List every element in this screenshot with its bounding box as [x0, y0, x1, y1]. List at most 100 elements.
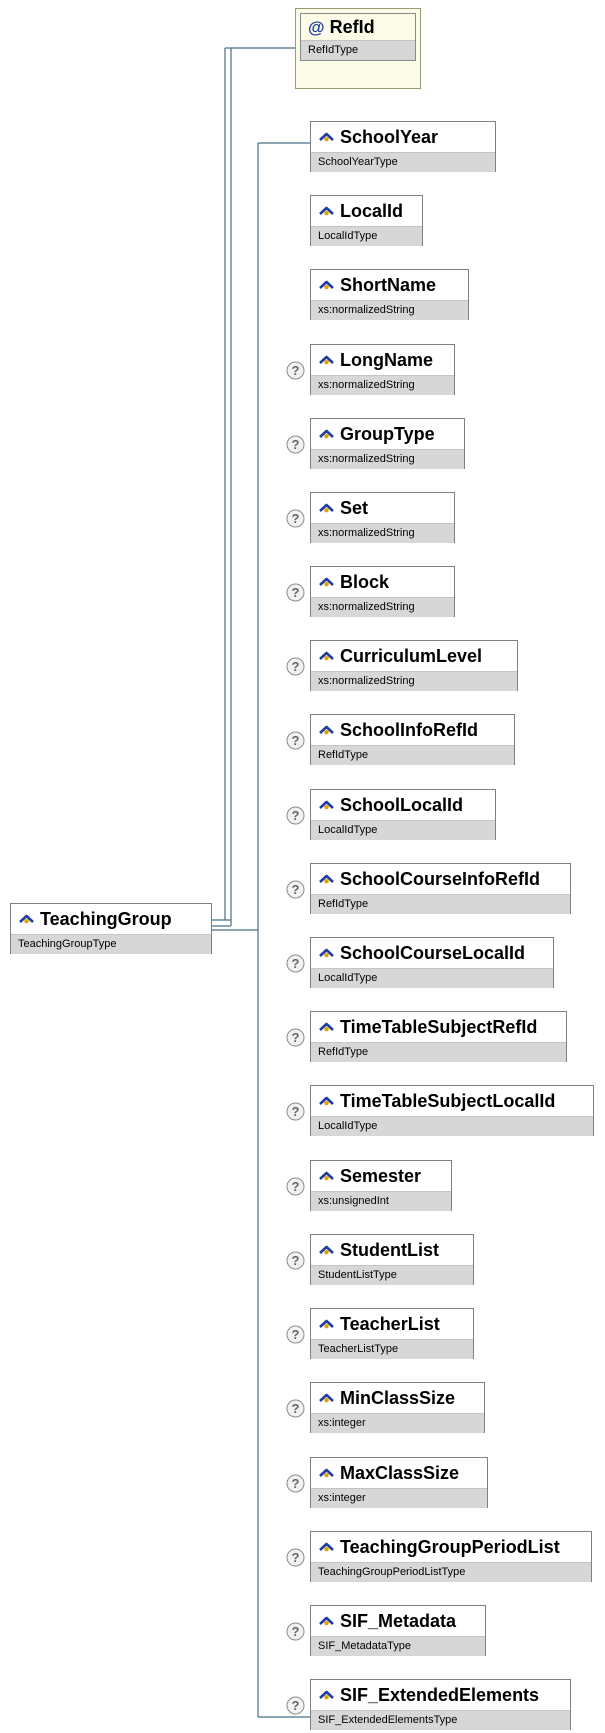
- child-element-node[interactable]: SchoolCourseLocalId LocalIdType: [310, 937, 554, 988]
- child-element-type: xs:normalizedString: [311, 300, 468, 320]
- child-element-node[interactable]: SchoolLocalId LocalIdType: [310, 789, 496, 840]
- child-element-name: StudentList: [340, 1239, 439, 1260]
- element-icon: [319, 1690, 334, 1699]
- question-mark-icon: ?: [286, 509, 305, 528]
- child-element-type: SIF_MetadataType: [311, 1636, 485, 1656]
- element-icon: [319, 206, 334, 215]
- child-element-node[interactable]: MinClassSize xs:integer: [310, 1382, 485, 1433]
- element-icon: [319, 1171, 334, 1180]
- child-element-type: LocalIdType: [311, 820, 495, 840]
- child-element-node[interactable]: GroupType xs:normalizedString: [310, 418, 465, 469]
- child-element-name: Block: [340, 571, 390, 592]
- child-element-node[interactable]: StudentList StudentListType: [310, 1234, 474, 1285]
- child-element-node[interactable]: Block xs:normalizedString: [310, 566, 455, 617]
- question-mark-icon: ?: [286, 1028, 305, 1047]
- svg-text:?: ?: [292, 1253, 300, 1268]
- svg-text:?: ?: [292, 511, 300, 526]
- child-element-type: LocalIdType: [311, 226, 422, 246]
- child-element-node[interactable]: ShortName xs:normalizedString: [310, 269, 469, 320]
- element-icon: [319, 1319, 334, 1328]
- child-element-type: xs:normalizedString: [311, 375, 454, 395]
- child-element-type: xs:normalizedString: [311, 523, 454, 543]
- child-element-name: SchoolInfoRefId: [340, 719, 478, 740]
- attribute-at-icon: @: [308, 17, 325, 37]
- question-mark-icon: ?: [286, 1548, 305, 1567]
- child-element-node[interactable]: TeacherList TeacherListType: [310, 1308, 474, 1359]
- child-element-node[interactable]: SIF_Metadata SIF_MetadataType: [310, 1605, 486, 1656]
- question-mark-icon: ?: [286, 435, 305, 454]
- child-element-name: Semester: [340, 1165, 422, 1186]
- element-icon: [319, 1245, 334, 1254]
- question-mark-icon: ?: [286, 583, 305, 602]
- svg-text:?: ?: [292, 808, 300, 823]
- question-mark-icon: ?: [286, 954, 305, 973]
- child-element-name: TeacherList: [340, 1313, 440, 1334]
- svg-text:?: ?: [292, 1327, 300, 1342]
- child-element-node[interactable]: SchoolCourseInfoRefId RefIdType: [310, 863, 571, 914]
- question-mark-icon: ?: [286, 1102, 305, 1121]
- svg-text:?: ?: [292, 437, 300, 452]
- child-element-name: SchoolLocalId: [340, 794, 464, 815]
- element-icon: [319, 132, 334, 141]
- svg-text:?: ?: [292, 1179, 300, 1194]
- child-element-type: RefIdType: [311, 1042, 566, 1062]
- child-element-node[interactable]: SIF_ExtendedElements SIF_ExtendedElements…: [310, 1679, 571, 1730]
- child-element-name: GroupType: [340, 423, 435, 444]
- child-element-name: MaxClassSize: [340, 1462, 460, 1483]
- child-element-name: TimeTableSubjectRefId: [340, 1016, 538, 1037]
- child-element-node[interactable]: SchoolYear SchoolYearType: [310, 121, 496, 172]
- attribute-node-refid[interactable]: @ RefId RefIdType: [295, 8, 421, 89]
- element-icon: [319, 1542, 334, 1551]
- root-element-node[interactable]: TeachingGroup TeachingGroupType: [10, 903, 212, 954]
- child-element-type: xs:normalizedString: [311, 449, 464, 469]
- element-icon: [319, 280, 334, 289]
- child-element-node[interactable]: Semester xs:unsignedInt: [310, 1160, 452, 1211]
- child-element-type: xs:normalizedString: [311, 671, 517, 691]
- element-icon: [319, 577, 334, 586]
- child-element-node[interactable]: MaxClassSize xs:integer: [310, 1457, 488, 1508]
- child-element-node[interactable]: TimeTableSubjectLocalId LocalIdType: [310, 1085, 594, 1136]
- child-element-node[interactable]: TimeTableSubjectRefId RefIdType: [310, 1011, 567, 1062]
- element-icon: [319, 725, 334, 734]
- question-mark-icon: ?: [286, 806, 305, 825]
- question-mark-icon: ?: [286, 657, 305, 676]
- child-element-name: SchoolCourseLocalId: [340, 942, 526, 963]
- svg-text:?: ?: [292, 882, 300, 897]
- root-element-type: TeachingGroupType: [11, 934, 211, 954]
- child-element-name: SchoolYear: [340, 126, 439, 147]
- child-element-name: MinClassSize: [340, 1387, 456, 1408]
- child-element-name: SIF_ExtendedElements: [340, 1684, 540, 1705]
- question-mark-icon: ?: [286, 1399, 305, 1418]
- child-element-name: CurriculumLevel: [340, 645, 483, 666]
- child-element-type: StudentListType: [311, 1265, 473, 1285]
- attribute-type: RefIdType: [301, 40, 415, 60]
- svg-text:?: ?: [292, 1550, 300, 1565]
- question-mark-icon: ?: [286, 731, 305, 750]
- child-element-node[interactable]: Set xs:normalizedString: [310, 492, 455, 543]
- child-element-type: RefIdType: [311, 894, 570, 914]
- question-mark-icon: ?: [286, 1251, 305, 1270]
- svg-text:?: ?: [292, 956, 300, 971]
- child-element-type: xs:integer: [311, 1413, 484, 1433]
- question-mark-icon: ?: [286, 1474, 305, 1493]
- child-element-node[interactable]: LocalId LocalIdType: [310, 195, 423, 246]
- child-element-node[interactable]: LongName xs:normalizedString: [310, 344, 455, 395]
- svg-text:?: ?: [292, 1698, 300, 1713]
- element-icon: [319, 1393, 334, 1402]
- element-icon: [319, 429, 334, 438]
- element-icon: [19, 914, 34, 923]
- child-element-name: TimeTableSubjectLocalId: [340, 1090, 556, 1111]
- svg-text:?: ?: [292, 733, 300, 748]
- child-element-type: xs:unsignedInt: [311, 1191, 451, 1211]
- child-element-node[interactable]: CurriculumLevel xs:normalizedString: [310, 640, 518, 691]
- question-mark-icon: ?: [286, 361, 305, 380]
- child-element-type: TeacherListType: [311, 1339, 473, 1359]
- svg-text:?: ?: [292, 1104, 300, 1119]
- svg-text:?: ?: [292, 585, 300, 600]
- child-element-node[interactable]: TeachingGroupPeriodList TeachingGroupPeri…: [310, 1531, 592, 1582]
- svg-text:?: ?: [292, 1476, 300, 1491]
- child-element-node[interactable]: SchoolInfoRefId RefIdType: [310, 714, 515, 765]
- element-icon: [319, 1096, 334, 1105]
- child-element-type: SchoolYearType: [311, 152, 495, 172]
- element-icon: [319, 948, 334, 957]
